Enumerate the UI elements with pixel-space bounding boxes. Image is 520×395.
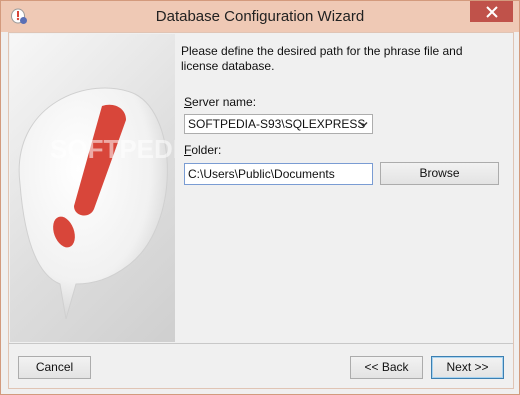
folder-path-value: C:\Users\Public\Documents [188,167,335,181]
server-label-accelerator: S [184,95,193,109]
server-name-value: SOFTPEDIA-S93\SQLEXPRESS [188,117,366,131]
watermark-text: SOFTPEDIA [50,134,175,164]
next-button[interactable]: Next >> [431,356,504,379]
folder-label: Folder: [184,143,221,157]
back-button[interactable]: << Back [350,356,423,379]
window-title: Database Configuration Wizard [155,8,365,25]
close-button[interactable] [470,1,513,22]
title-bar: Database Configuration Wizard [1,1,519,32]
instruction-text: Please define the desired path for the p… [181,44,463,73]
folder-path-input[interactable]: C:\Users\Public\Documents [184,163,373,185]
server-name-label: Server name: [184,95,256,109]
server-label-rest: erver name: [192,95,257,109]
wizard-client-area: SOFTPEDIA Please define the desired path… [8,32,514,389]
chevron-down-icon [359,122,368,127]
browse-button[interactable]: Browse [380,162,499,185]
cancel-button[interactable]: Cancel [18,356,91,379]
folder-label-rest: older: [191,143,222,157]
wizard-side-image: SOFTPEDIA [10,34,175,342]
footer-divider [9,343,513,344]
server-name-select[interactable]: SOFTPEDIA-S93\SQLEXPRESS [184,114,373,134]
wizard-window: Database Configuration Wizard SOFTPED Pl… [0,0,520,395]
close-icon [485,5,498,18]
